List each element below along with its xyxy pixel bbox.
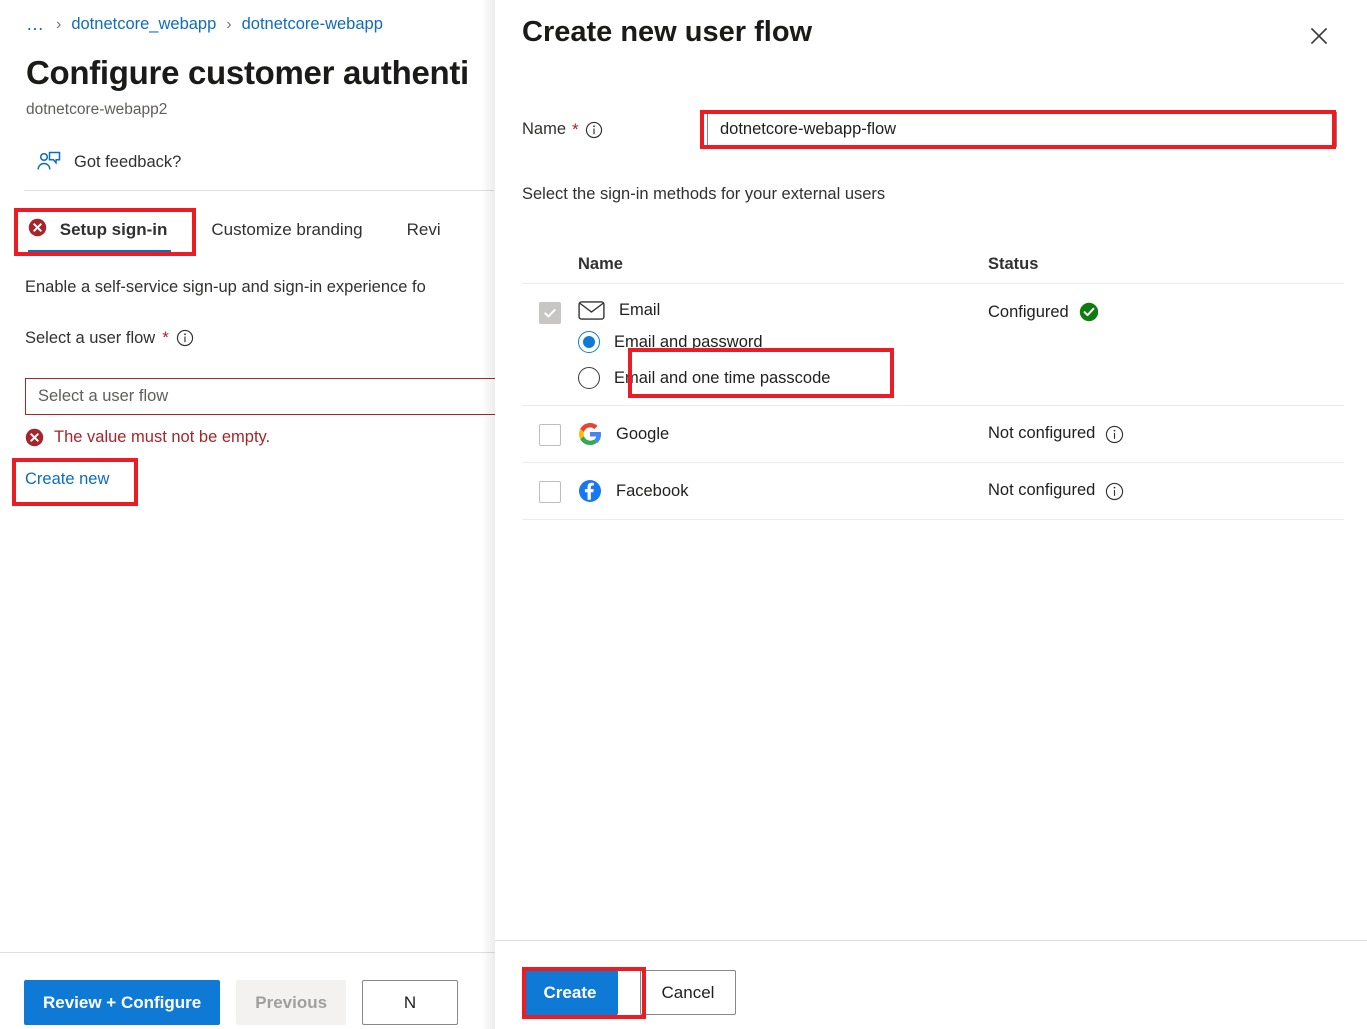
required-asterisk: * (162, 328, 169, 348)
select-user-flow-label-text: Select a user flow (25, 329, 155, 348)
blade-footer-divider (0, 952, 500, 953)
table-row: Email Email and password Email and one t… (522, 284, 1344, 405)
table-row: Google Not configured (522, 406, 1344, 462)
command-bar-divider (24, 190, 494, 191)
create-new-user-flow-panel: Create new user flow Name * Select (495, 0, 1367, 1029)
info-icon[interactable] (585, 121, 603, 139)
page-subtitle: dotnetcore-webapp2 (26, 101, 167, 119)
sign-in-methods-description: Select the sign-in methods for your exte… (522, 185, 885, 204)
breadcrumb-item-dotnetcore-webapp[interactable]: dotnetcore_webapp (71, 15, 216, 34)
radio-email-and-one-time-passcode[interactable]: Email and one time passcode (578, 367, 988, 389)
got-feedback-button[interactable]: Got feedback? (36, 150, 181, 174)
user-flow-name-input[interactable] (707, 112, 1337, 147)
required-asterisk: * (572, 120, 579, 140)
error-message-text: The value must not be empty. (54, 428, 270, 447)
row-checkbox-cell (522, 300, 578, 324)
breadcrumb-item-dotnetcore-webapp2[interactable]: dotnetcore-webapp (242, 15, 383, 34)
radio-button-icon (578, 367, 600, 389)
row-status-cell: Not configured (988, 422, 1344, 443)
tab-customize-branding-label: Customize branding (211, 220, 362, 239)
envelope-icon (578, 300, 605, 321)
method-google-label: Google (616, 425, 669, 444)
radio-email-and-password[interactable]: Email and password (578, 331, 988, 353)
select-user-flow-combobox[interactable]: Select a user flow (25, 378, 500, 415)
name-field-row: Name * (522, 112, 1337, 147)
breadcrumb-overflow-button[interactable]: … (26, 14, 46, 35)
row-checkbox-cell (522, 422, 578, 446)
status-badge: Not configured (988, 479, 1344, 500)
row-status-cell: Not configured (988, 479, 1344, 500)
checkbox-facebook[interactable] (539, 481, 561, 503)
facebook-icon (578, 479, 602, 503)
header-checkbox-cell (522, 263, 578, 265)
google-icon (578, 422, 602, 446)
tab-setup-sign-in[interactable]: Setup sign-in (24, 212, 189, 252)
radio-email-and-password-label: Email and password (614, 333, 763, 352)
table-divider (522, 519, 1344, 520)
radio-email-and-one-time-passcode-label: Email and one time passcode (614, 369, 830, 388)
row-status-cell: Configured (988, 300, 1344, 322)
info-icon[interactable] (1105, 425, 1123, 443)
row-checkbox-cell (522, 479, 578, 503)
info-icon[interactable] (1105, 482, 1123, 500)
next-button[interactable]: N (362, 980, 458, 1025)
panel-left-shadow (481, 0, 495, 1029)
user-flow-error-message: The value must not be empty. (25, 428, 270, 447)
breadcrumb-separator-icon: › (56, 16, 61, 34)
row-name-cell: Facebook (578, 479, 988, 503)
status-google-label: Not configured (988, 424, 1095, 443)
row-name-cell: Google (578, 422, 988, 446)
method-google: Google (578, 422, 988, 446)
method-email: Email (578, 300, 988, 321)
table-row: Facebook Not configured (522, 463, 1344, 519)
close-icon[interactable] (1305, 22, 1333, 50)
tab-list: Setup sign-in Customize branding Revi (24, 212, 463, 252)
create-new-link[interactable]: Create new (25, 470, 109, 489)
method-email-label: Email (619, 301, 660, 320)
column-header-name: Name (578, 255, 988, 274)
breadcrumb: … › dotnetcore_webapp › dotnetcore-webap… (26, 14, 383, 35)
row-name-cell: Email Email and password Email and one t… (578, 300, 988, 389)
method-facebook-label: Facebook (616, 482, 688, 501)
name-label-text: Name (522, 120, 566, 139)
status-badge: Configured (988, 300, 1344, 322)
select-user-flow-label: Select a user flow * (25, 328, 194, 348)
tab-setup-sign-in-label: Setup sign-in (60, 220, 168, 239)
feedback-person-icon (36, 150, 62, 174)
panel-footer: Create Cancel (522, 970, 736, 1015)
tab-review-label: Revi (407, 220, 441, 239)
green-check-icon (1079, 302, 1099, 322)
breadcrumb-separator-icon: › (226, 16, 231, 34)
email-sub-options: Email and password Email and one time pa… (578, 331, 988, 389)
error-badge-icon (28, 218, 47, 237)
checkbox-email (539, 302, 561, 324)
column-header-status: Status (988, 255, 1344, 274)
blade-footer: Review + Configure Previous N (24, 980, 458, 1025)
tab-review[interactable]: Revi (385, 214, 463, 252)
info-icon[interactable] (176, 329, 194, 347)
status-email-label: Configured (988, 303, 1069, 322)
review-configure-button[interactable]: Review + Configure (24, 980, 220, 1025)
status-badge: Not configured (988, 422, 1344, 443)
configure-authentication-blade: … › dotnetcore_webapp › dotnetcore-webap… (0, 0, 500, 1029)
previous-button: Previous (236, 980, 346, 1025)
got-feedback-label: Got feedback? (74, 153, 181, 172)
error-circle-icon (25, 428, 44, 447)
tab-customize-branding[interactable]: Customize branding (189, 214, 384, 252)
blade-description: Enable a self-service sign-up and sign-i… (25, 278, 426, 297)
checkbox-google[interactable] (539, 424, 561, 446)
create-button[interactable]: Create (522, 970, 618, 1015)
sign-in-methods-table: Name Status (522, 245, 1344, 520)
screen-root: … › dotnetcore_webapp › dotnetcore-webap… (0, 0, 1367, 1029)
method-facebook: Facebook (578, 479, 988, 503)
name-label: Name * (522, 120, 707, 140)
cancel-button[interactable]: Cancel (640, 970, 736, 1015)
select-user-flow-placeholder: Select a user flow (38, 387, 168, 406)
radio-button-selected-icon (578, 331, 600, 353)
panel-title: Create new user flow (522, 16, 812, 49)
table-header-row: Name Status (522, 245, 1344, 283)
page-title: Configure customer authenti (26, 54, 469, 92)
panel-footer-divider (495, 940, 1367, 941)
status-facebook-label: Not configured (988, 481, 1095, 500)
